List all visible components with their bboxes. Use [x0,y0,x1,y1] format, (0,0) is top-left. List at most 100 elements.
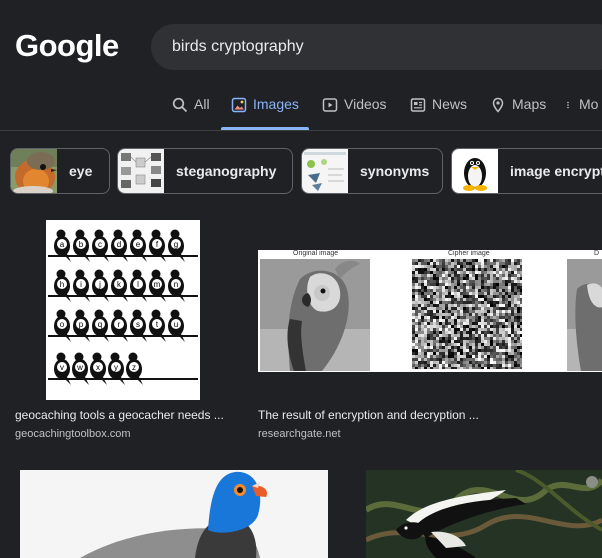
bird-letter: g [168,229,185,262]
tab-label: Mo [579,96,599,112]
bird-letter: b [73,229,90,262]
search-tabs: All Images Videos News Maps Mo [0,96,602,130]
bird-letter: o [54,309,71,342]
chip-label: steganography [176,163,277,179]
chip-synonyms[interactable]: synonyms [301,148,443,194]
bird-letter-label: h [60,280,64,289]
bird-letter: a [54,229,71,262]
bird-letter-label: u [174,320,178,329]
chip-steganography[interactable]: steganography [117,148,293,194]
tab-label: All [194,96,210,112]
image-label: Original image [293,250,339,257]
play-icon [322,98,338,112]
bird-letter: u [168,309,185,342]
bird-letter-label: m [154,280,161,289]
bird-letter: j [92,269,109,302]
bird-letter-label: p [79,320,84,329]
bird-letter-label: z [132,363,136,372]
google-logo[interactable]: Google [15,28,119,64]
tab-label: News [432,96,468,112]
bird-letter-label: w [76,363,83,372]
chip-label: synonyms [360,163,430,179]
bird-letter-label: l [137,280,139,289]
bird-letter-label: d [117,240,121,249]
bird-letter: k [111,269,128,302]
bird-letter: y [108,352,125,385]
bird-letter-label: q [98,320,102,329]
pigeon-illustration [80,471,268,558]
tabs-divider [0,130,602,131]
tab-label: Maps [512,96,547,112]
encryption-result-image[interactable]: Original image Cipher image D [258,250,602,372]
cipher-noise-image [412,259,522,369]
tab-videos[interactable]: Videos [322,96,387,130]
tab-maps[interactable]: Maps [490,96,546,130]
more-dots-icon [567,101,569,109]
chip-eye[interactable]: eye [10,148,110,194]
linux-penguin-thumb [452,149,498,193]
bird-alphabet-graphic: a b c d e f g h i j k l m n o p q r s t u v w x y z [48,229,198,385]
news-icon [410,98,426,112]
steganography-diagram-thumb [118,149,164,193]
tab-more[interactable]: Mo [566,96,598,130]
bird-letter: s [130,309,147,342]
image-label: D [594,250,600,257]
magpie-illustration [366,470,602,558]
bird-letter: c [92,229,109,262]
chip-image-encrypt[interactable]: image encrypt [451,148,602,194]
search-input[interactable]: birds cryptography [172,38,304,56]
bird-letter-label: x [96,363,100,372]
bird-letter: f [149,229,166,262]
map-pin-icon [492,97,504,113]
bird-letter: x [90,352,107,385]
bird-letter-label: r [118,320,121,329]
bird-letter: h [54,269,71,302]
bird-letter: q [92,309,109,342]
bird-letter: z [126,352,143,385]
robin-bird-thumb [11,149,57,193]
blue-pigeon-image[interactable] [20,470,328,558]
chip-label: eye [69,163,93,179]
parrot-decrypted-image [567,259,602,371]
tab-label: Images [253,96,299,112]
result-title[interactable]: geocaching tools a geocacher needs ... [15,408,224,422]
bird-letter: v [54,352,71,385]
bird-letter-label: a [60,240,65,249]
bird-letter-label: i [80,280,82,289]
chip-label: image encrypt [510,163,602,179]
bird-letter: r [111,309,128,342]
bird-letter-label: j [98,280,101,289]
search-icon [172,97,188,113]
bird-letter: l [130,269,147,302]
bird-letter-label: e [136,240,141,249]
bird-letter-label: o [60,320,65,329]
tab-news[interactable]: News [410,96,467,130]
result-title[interactable]: The result of encryption and decryption … [258,408,479,422]
bird-letter-label: g [174,240,178,249]
tab-label: Videos [344,96,387,112]
bird-letter: e [130,229,147,262]
bird-letter: n [168,269,185,302]
bird-letter: p [73,309,90,342]
tab-images[interactable]: Images [231,96,299,130]
image-icon [231,97,247,113]
image-label: Cipher image [448,250,490,257]
search-box[interactable]: birds cryptography [151,24,602,70]
related-chips: eye steganography synonyms image encrypt [0,148,602,196]
bird-alphabet-image[interactable]: a b c d efg h i j kl m n o p q r stu v w x y z [46,220,200,400]
bird-letter-label: c [98,240,102,249]
parrot-original-image [260,259,370,371]
magpie-painting-image[interactable] [366,470,602,558]
tab-all[interactable]: All [172,96,210,130]
bird-letter-label: y [114,363,118,372]
bird-letter: i [73,269,90,302]
synonyms-diagram-thumb [302,149,348,193]
bird-letter-label: s [136,320,140,329]
result-source[interactable]: researchgate.net [258,428,341,440]
bird-letter: w [72,352,89,385]
bird-letter: d [111,229,128,262]
bird-letter-label: n [174,280,178,289]
bird-letter: t [149,309,166,342]
result-source[interactable]: geocachingtoolbox.com [15,428,131,440]
bird-letter: m [149,269,166,302]
